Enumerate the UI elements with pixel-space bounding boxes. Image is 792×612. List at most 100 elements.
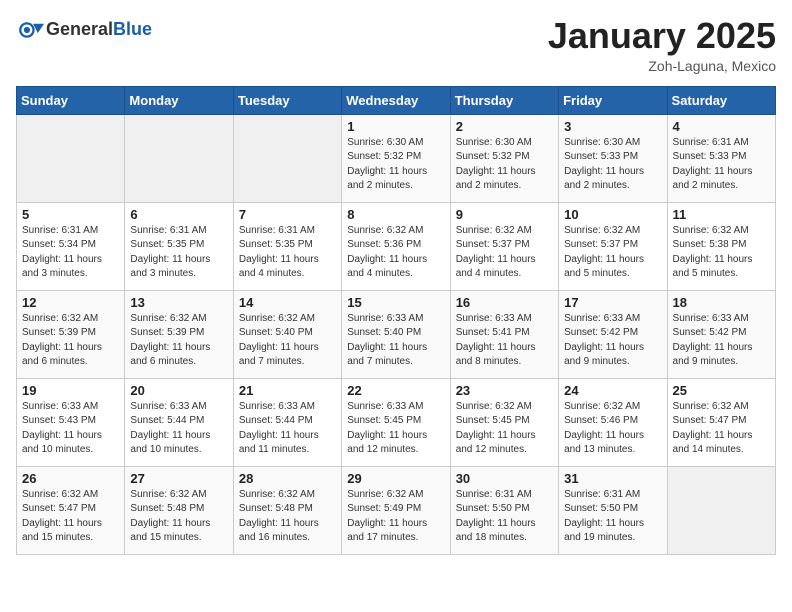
day-number-6: 6 bbox=[130, 207, 227, 222]
col-friday: Friday bbox=[559, 86, 667, 114]
calendar-week-2: 5 Sunrise: 6:31 AMSunset: 5:34 PMDaylight… bbox=[17, 202, 776, 290]
calendar-cell-w5-d4: 29 Sunrise: 6:32 AMSunset: 5:49 PMDayligh… bbox=[342, 466, 450, 554]
logo-blue-text: Blue bbox=[113, 19, 152, 39]
day-number-27: 27 bbox=[130, 471, 227, 486]
page-header: GeneralBlue January 2025 Zoh-Laguna, Mex… bbox=[16, 16, 776, 74]
day-number-23: 23 bbox=[456, 383, 553, 398]
calendar-cell-w2-d3: 7 Sunrise: 6:31 AMSunset: 5:35 PMDaylight… bbox=[233, 202, 341, 290]
day-info-23: Sunrise: 6:32 AMSunset: 5:45 PMDaylight:… bbox=[456, 400, 553, 458]
calendar-cell-w5-d6: 31 Sunrise: 6:31 AMSunset: 5:50 PMDayligh… bbox=[559, 466, 667, 554]
calendar-cell-w1-d6: 3 Sunrise: 6:30 AMSunset: 5:33 PMDaylight… bbox=[559, 114, 667, 202]
calendar-cell-w4-d5: 23 Sunrise: 6:32 AMSunset: 5:45 PMDayligh… bbox=[450, 378, 558, 466]
calendar-week-3: 12 Sunrise: 6:32 AMSunset: 5:39 PMDayligh… bbox=[17, 290, 776, 378]
day-number-19: 19 bbox=[22, 383, 119, 398]
day-info-8: Sunrise: 6:32 AMSunset: 5:36 PMDaylight:… bbox=[347, 224, 444, 282]
day-info-1: Sunrise: 6:30 AMSunset: 5:32 PMDaylight:… bbox=[347, 136, 444, 194]
day-info-10: Sunrise: 6:32 AMSunset: 5:37 PMDaylight:… bbox=[564, 224, 661, 282]
day-info-30: Sunrise: 6:31 AMSunset: 5:50 PMDaylight:… bbox=[456, 488, 553, 546]
day-number-28: 28 bbox=[239, 471, 336, 486]
day-number-11: 11 bbox=[673, 207, 770, 222]
day-number-5: 5 bbox=[22, 207, 119, 222]
logo: GeneralBlue bbox=[16, 16, 152, 44]
day-number-12: 12 bbox=[22, 295, 119, 310]
day-info-11: Sunrise: 6:32 AMSunset: 5:38 PMDaylight:… bbox=[673, 224, 770, 282]
day-number-22: 22 bbox=[347, 383, 444, 398]
calendar-cell-w3-d2: 13Sunrise: 6:32 AMSunset: 5:39 PMDayligh… bbox=[125, 290, 233, 378]
col-sunday: Sunday bbox=[17, 86, 125, 114]
day-number-21: 21 bbox=[239, 383, 336, 398]
col-saturday: Saturday bbox=[667, 86, 775, 114]
calendar-cell-w4-d2: 20 Sunrise: 6:33 AMSunset: 5:44 PMDayligh… bbox=[125, 378, 233, 466]
calendar-cell-w2-d6: 10 Sunrise: 6:32 AMSunset: 5:37 PMDayligh… bbox=[559, 202, 667, 290]
calendar-cell-w4-d4: 22Sunrise: 6:33 AMSunset: 5:45 PMDayligh… bbox=[342, 378, 450, 466]
day-number-15: 15 bbox=[347, 295, 444, 310]
day-info-3: Sunrise: 6:30 AMSunset: 5:33 PMDaylight:… bbox=[564, 136, 661, 194]
day-number-3: 3 bbox=[564, 119, 661, 134]
day-info-12: Sunrise: 6:32 AMSunset: 5:39 PMDaylight:… bbox=[22, 312, 119, 370]
calendar-cell-w5-d7 bbox=[667, 466, 775, 554]
location-subtitle: Zoh-Laguna, Mexico bbox=[548, 58, 776, 74]
calendar-cell-w2-d2: 6 Sunrise: 6:31 AMSunset: 5:35 PMDaylight… bbox=[125, 202, 233, 290]
calendar-header-row: Sunday Monday Tuesday Wednesday Thursday… bbox=[17, 86, 776, 114]
day-info-14: Sunrise: 6:32 AMSunset: 5:40 PMDaylight:… bbox=[239, 312, 336, 370]
day-number-8: 8 bbox=[347, 207, 444, 222]
day-info-28: Sunrise: 6:32 AMSunset: 5:48 PMDaylight:… bbox=[239, 488, 336, 546]
day-info-16: Sunrise: 6:33 AMSunset: 5:41 PMDaylight:… bbox=[456, 312, 553, 370]
day-info-20: Sunrise: 6:33 AMSunset: 5:44 PMDaylight:… bbox=[130, 400, 227, 458]
calendar-week-4: 19 Sunrise: 6:33 AMSunset: 5:43 PMDayligh… bbox=[17, 378, 776, 466]
day-info-15: Sunrise: 6:33 AMSunset: 5:40 PMDaylight:… bbox=[347, 312, 444, 370]
day-number-18: 18 bbox=[673, 295, 770, 310]
day-number-7: 7 bbox=[239, 207, 336, 222]
day-number-2: 2 bbox=[456, 119, 553, 134]
day-info-21: Sunrise: 6:33 AMSunset: 5:44 PMDaylight:… bbox=[239, 400, 336, 458]
calendar-week-1: 1 Sunrise: 6:30 AMSunset: 5:32 PMDaylight… bbox=[17, 114, 776, 202]
day-number-9: 9 bbox=[456, 207, 553, 222]
day-info-13: Sunrise: 6:32 AMSunset: 5:39 PMDaylight:… bbox=[130, 312, 227, 370]
logo-general-text: General bbox=[46, 19, 113, 39]
calendar-cell-w2-d5: 9Sunrise: 6:32 AMSunset: 5:37 PMDaylight… bbox=[450, 202, 558, 290]
day-info-24: Sunrise: 6:32 AMSunset: 5:46 PMDaylight:… bbox=[564, 400, 661, 458]
calendar-cell-w5-d1: 26Sunrise: 6:32 AMSunset: 5:47 PMDayligh… bbox=[17, 466, 125, 554]
calendar-cell-w1-d4: 1 Sunrise: 6:30 AMSunset: 5:32 PMDaylight… bbox=[342, 114, 450, 202]
col-thursday: Thursday bbox=[450, 86, 558, 114]
calendar-cell-w3-d3: 14 Sunrise: 6:32 AMSunset: 5:40 PMDayligh… bbox=[233, 290, 341, 378]
day-number-1: 1 bbox=[347, 119, 444, 134]
day-info-19: Sunrise: 6:33 AMSunset: 5:43 PMDaylight:… bbox=[22, 400, 119, 458]
day-number-24: 24 bbox=[564, 383, 661, 398]
day-info-5: Sunrise: 6:31 AMSunset: 5:34 PMDaylight:… bbox=[22, 224, 119, 282]
calendar-cell-w3-d6: 17 Sunrise: 6:33 AMSunset: 5:42 PMDayligh… bbox=[559, 290, 667, 378]
day-info-29: Sunrise: 6:32 AMSunset: 5:49 PMDaylight:… bbox=[347, 488, 444, 546]
calendar-cell-w1-d7: 4Sunrise: 6:31 AMSunset: 5:33 PMDaylight… bbox=[667, 114, 775, 202]
day-number-26: 26 bbox=[22, 471, 119, 486]
calendar-cell-w4-d3: 21 Sunrise: 6:33 AMSunset: 5:44 PMDayligh… bbox=[233, 378, 341, 466]
day-number-29: 29 bbox=[347, 471, 444, 486]
day-info-4: Sunrise: 6:31 AMSunset: 5:33 PMDaylight:… bbox=[673, 136, 770, 194]
calendar-cell-w2-d7: 11 Sunrise: 6:32 AMSunset: 5:38 PMDayligh… bbox=[667, 202, 775, 290]
calendar-cell-w3-d4: 15 Sunrise: 6:33 AMSunset: 5:40 PMDayligh… bbox=[342, 290, 450, 378]
logo-icon bbox=[16, 16, 44, 44]
day-number-30: 30 bbox=[456, 471, 553, 486]
day-number-31: 31 bbox=[564, 471, 661, 486]
calendar-cell-w4-d7: 25Sunrise: 6:32 AMSunset: 5:47 PMDayligh… bbox=[667, 378, 775, 466]
col-tuesday: Tuesday bbox=[233, 86, 341, 114]
calendar-cell-w4-d6: 24 Sunrise: 6:32 AMSunset: 5:46 PMDayligh… bbox=[559, 378, 667, 466]
day-info-17: Sunrise: 6:33 AMSunset: 5:42 PMDaylight:… bbox=[564, 312, 661, 370]
calendar-week-5: 26Sunrise: 6:32 AMSunset: 5:47 PMDayligh… bbox=[17, 466, 776, 554]
calendar-cell-w3-d1: 12 Sunrise: 6:32 AMSunset: 5:39 PMDayligh… bbox=[17, 290, 125, 378]
day-number-20: 20 bbox=[130, 383, 227, 398]
calendar-cell-w2-d4: 8 Sunrise: 6:32 AMSunset: 5:36 PMDaylight… bbox=[342, 202, 450, 290]
calendar-cell-w5-d2: 27Sunrise: 6:32 AMSunset: 5:48 PMDayligh… bbox=[125, 466, 233, 554]
day-info-25: Sunrise: 6:32 AMSunset: 5:47 PMDaylight:… bbox=[673, 400, 770, 458]
day-info-31: Sunrise: 6:31 AMSunset: 5:50 PMDaylight:… bbox=[564, 488, 661, 546]
day-info-6: Sunrise: 6:31 AMSunset: 5:35 PMDaylight:… bbox=[130, 224, 227, 282]
day-number-17: 17 bbox=[564, 295, 661, 310]
day-number-14: 14 bbox=[239, 295, 336, 310]
day-number-10: 10 bbox=[564, 207, 661, 222]
calendar-cell-w2-d1: 5 Sunrise: 6:31 AMSunset: 5:34 PMDaylight… bbox=[17, 202, 125, 290]
day-info-2: Sunrise: 6:30 AMSunset: 5:32 PMDaylight:… bbox=[456, 136, 553, 194]
title-block: January 2025 Zoh-Laguna, Mexico bbox=[548, 16, 776, 74]
day-info-7: Sunrise: 6:31 AMSunset: 5:35 PMDaylight:… bbox=[239, 224, 336, 282]
calendar-table: Sunday Monday Tuesday Wednesday Thursday… bbox=[16, 86, 776, 555]
day-number-16: 16 bbox=[456, 295, 553, 310]
calendar-cell-w3-d5: 16 Sunrise: 6:33 AMSunset: 5:41 PMDayligh… bbox=[450, 290, 558, 378]
